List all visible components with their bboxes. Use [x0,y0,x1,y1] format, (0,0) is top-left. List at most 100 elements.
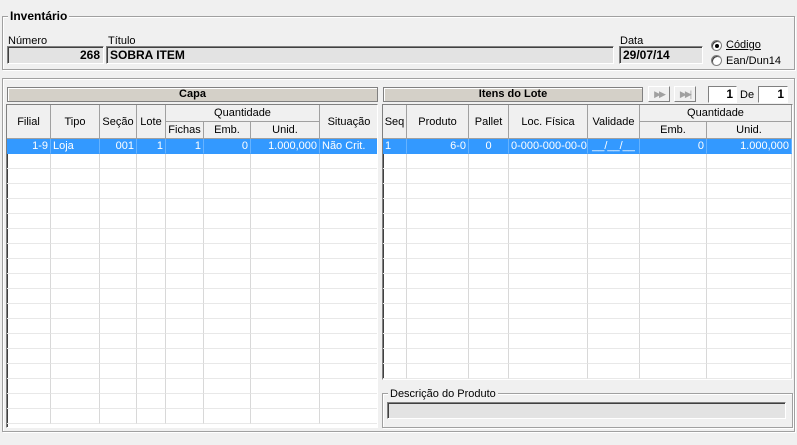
itens-cell-produto [407,214,469,229]
table-row[interactable] [7,379,377,394]
itens-header-loc[interactable]: Loc. Física [509,105,588,139]
capa-cell-lote [137,379,166,394]
capa-cell-tipo [51,199,100,214]
table-row[interactable] [7,154,377,169]
radio-ean-label[interactable]: Ean/Dun14 [726,55,781,67]
capa-header-fichas[interactable]: Fichas [166,122,204,139]
itens-cell-unid [707,169,792,184]
capa-cell-fichas: 1 [166,139,204,154]
table-row[interactable] [7,349,377,364]
table-row[interactable] [383,304,792,319]
capa-cell-unid [251,274,320,289]
table-row[interactable] [383,229,792,244]
inventario-title: Inventário [8,9,70,23]
radio-codigo[interactable] [711,40,722,51]
itens-cell-emb [640,334,707,349]
capa-cell-secao [100,319,137,334]
table-row[interactable] [7,394,377,409]
table-row[interactable] [7,319,377,334]
capa-header-unid[interactable]: Unid. [251,122,320,139]
table-row[interactable] [383,184,792,199]
table-row[interactable] [7,364,377,379]
capa-cell-fichas [166,334,204,349]
table-row[interactable] [383,214,792,229]
table-row[interactable] [7,184,377,199]
capa-cell-secao [100,154,137,169]
next-page-button[interactable]: ▶▶ [648,86,670,102]
table-row[interactable] [383,349,792,364]
itens-header-unid[interactable]: Unid. [707,122,792,139]
table-row[interactable] [383,334,792,349]
capa-header-situacao[interactable]: Situação [320,105,377,139]
table-row[interactable] [7,169,377,184]
table-row[interactable] [7,259,377,274]
table-row[interactable] [7,229,377,244]
radio-ean[interactable] [711,55,722,66]
capa-header-secao[interactable]: Seção [100,105,137,139]
table-row[interactable] [7,214,377,229]
capa-cell-tipo [51,169,100,184]
itens-cell-validade [588,229,640,244]
last-page-button[interactable]: ▶▶| [674,86,696,102]
table-row[interactable] [7,199,377,214]
data-field[interactable]: 29/07/14 [619,46,703,64]
itens-cell-emb [640,259,707,274]
titulo-field[interactable]: SOBRA ITEM [106,46,614,64]
itens-header-seq[interactable]: Seq [383,105,407,139]
table-row[interactable] [383,244,792,259]
table-row[interactable] [383,289,792,304]
table-row[interactable] [383,274,792,289]
capa-cell-emb [204,259,251,274]
itens-cell-produto [407,334,469,349]
radio-codigo-label[interactable]: Código [726,39,761,51]
table-row[interactable] [383,319,792,334]
table-row[interactable]: 1-9 Loja 001 1 1 0 1.000,000 Não Crit. [7,139,377,154]
capa-header-emb[interactable]: Emb. [204,122,251,139]
table-row[interactable] [383,199,792,214]
capa-cell-emb [204,169,251,184]
capa-cell-unid [251,379,320,394]
table-row[interactable] [7,289,377,304]
itens-cell-validade: __/__/__ [588,139,640,154]
itens-cell-seq [383,244,407,259]
table-row[interactable] [383,169,792,184]
table-row[interactable] [383,259,792,274]
table-row[interactable] [7,334,377,349]
capa-cell-fichas [166,394,204,409]
itens-header-produto[interactable]: Produto [407,105,469,139]
capa-cell-emb [204,379,251,394]
itens-header-validade[interactable]: Validade [588,105,640,139]
table-row[interactable] [7,409,377,424]
page-current-field[interactable]: 1 [708,86,737,103]
table-row[interactable] [383,364,792,379]
itens-header-emb[interactable]: Emb. [640,122,707,139]
table-row[interactable] [383,154,792,169]
itens-cell-unid [707,259,792,274]
capa-cell-unid [251,199,320,214]
itens-cell-loc [509,244,588,259]
itens-cell-seq [383,334,407,349]
capa-header-tipo[interactable]: Tipo [51,105,100,139]
capa-cell-filial [7,184,51,199]
capa-cell-situacao [320,259,377,274]
capa-header-filial[interactable]: Filial [7,105,51,139]
numero-field[interactable]: 268 [7,46,104,64]
descricao-field[interactable] [387,402,786,419]
itens-cell-produto: 6-0 [407,139,469,154]
itens-cell-unid [707,304,792,319]
capa-cell-fichas [166,229,204,244]
table-row[interactable] [7,274,377,289]
table-row[interactable]: 1 6-0 0 0-000-000-00-0 __/__/__ 0 1.000,000 [383,139,792,154]
capa-header-lote[interactable]: Lote [137,105,166,139]
capa-cell-tipo [51,259,100,274]
itens-cell-pallet [469,154,509,169]
itens-cell-seq [383,184,407,199]
capa-cell-lote [137,274,166,289]
itens-cell-produto [407,319,469,334]
table-row[interactable] [7,244,377,259]
itens-header-pallet[interactable]: Pallet [469,105,509,139]
capa-cell-situacao [320,334,377,349]
itens-cell-unid [707,289,792,304]
itens-header-quantidade: Quantidade [640,105,792,122]
table-row[interactable] [7,304,377,319]
